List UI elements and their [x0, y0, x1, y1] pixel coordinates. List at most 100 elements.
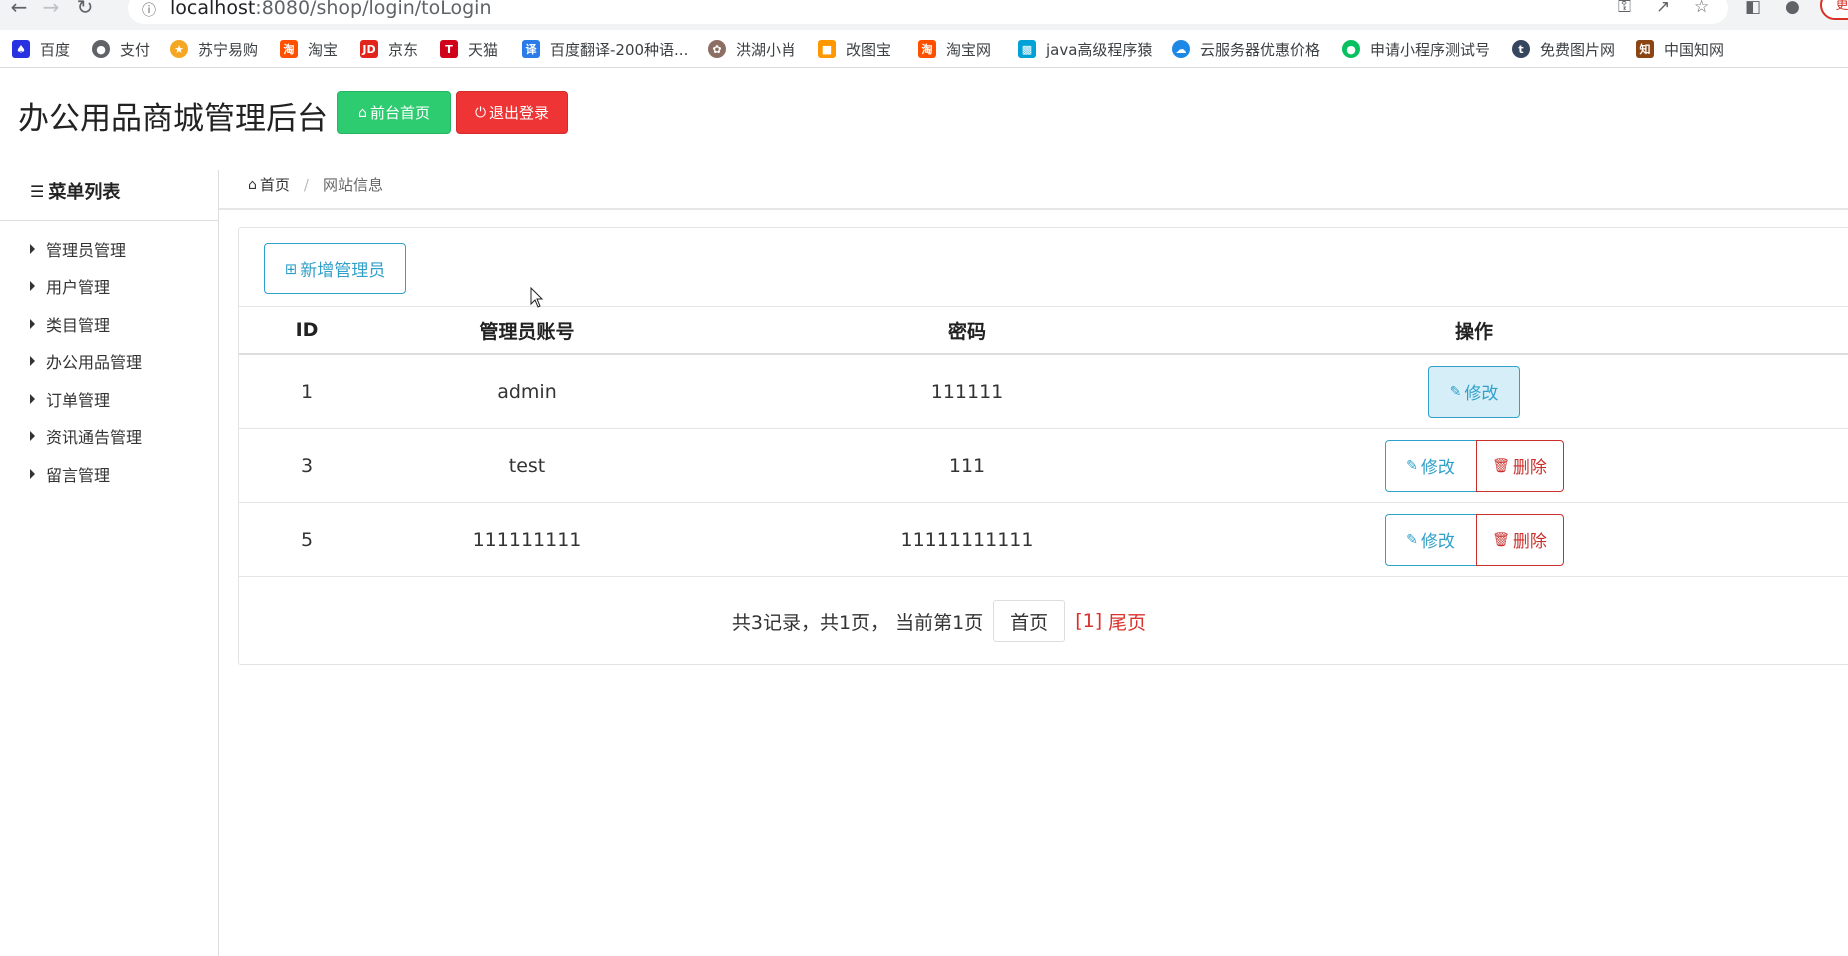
share-icon[interactable]: ↗ [1656, 0, 1670, 16]
sidebar-item-label: 类目管理 [46, 316, 111, 335]
sidebar-item-label: 管理员管理 [46, 241, 127, 260]
sidebar-item-admin[interactable]: 管理员管理 [30, 237, 126, 261]
bookmark-item[interactable]: 淘淘宝 [280, 38, 338, 60]
list-icon: ☰ [30, 181, 45, 201]
star-icon[interactable]: ☆ [1694, 0, 1709, 16]
address-bar[interactable]: ⓘ localhost:8080/shop/login/toLogin [128, 0, 1728, 24]
edit-button[interactable]: ✎ 修改 [1428, 365, 1520, 418]
pagination: 共3记录，共1页， 当前第1页 首页 [1] 尾页 [239, 600, 1639, 642]
bookmark-item[interactable]: ● 申请小程序测试号 [1342, 38, 1490, 60]
taobao-icon: 淘 [918, 40, 936, 58]
column-header-id: ID [295, 319, 319, 341]
breadcrumb-home[interactable]: 首页 [260, 174, 290, 195]
url-path: :8080/shop/login/toLogin [255, 0, 492, 19]
sidebar-item-label: 订单管理 [46, 391, 111, 410]
bookmark-label: 百度 [40, 40, 71, 59]
bookmark-item[interactable]: ✿ 洪湖小肖 [708, 38, 796, 60]
url-host: localhost [170, 0, 256, 19]
jd-icon: JD [360, 40, 378, 58]
cell-actions: ✎ 修改 [1319, 355, 1629, 428]
site-info-icon[interactable]: ⓘ [142, 0, 156, 20]
bookmark-label: java高级程序猿 [1046, 40, 1153, 59]
baidu-icon: ♠ [12, 40, 30, 58]
breadcrumb-current: 网站信息 [322, 176, 383, 194]
edit-button[interactable]: ✎ 修改 [1384, 513, 1477, 566]
sidebar-item-label: 资讯通告管理 [46, 428, 143, 447]
edit-button[interactable]: ✎ 修改 [1384, 439, 1477, 492]
bookmark-label: 支付 [120, 40, 151, 59]
front-home-button[interactable]: ⌂ 前台首页 [337, 91, 451, 134]
menu-title: 菜单列表 [48, 182, 121, 203]
menu-divider [0, 220, 219, 221]
sidebar-item-users[interactable]: 用户管理 [30, 274, 110, 298]
browser-toolbar: ← → ↻ ⓘ localhost:8080/shop/login/toLogi… [0, 0, 1848, 30]
power-icon: ⏻ [474, 104, 487, 121]
sidebar-item-orders[interactable]: 订单管理 [30, 387, 110, 411]
delete-label: 删除 [1512, 532, 1547, 552]
update-button[interactable]: 更 [1820, 0, 1848, 20]
sidebar-item-messages[interactable]: 留言管理 [30, 462, 110, 486]
bookmark-item[interactable]: ■ 改图宝 [818, 38, 891, 60]
key-icon[interactable]: ⚿ [1618, 0, 1631, 16]
bookmark-label: 改图宝 [846, 40, 892, 59]
bookmark-item[interactable]: 淘淘宝网 [918, 38, 991, 60]
bookmark-item[interactable]: ▩ java高级程序猿 [1018, 38, 1152, 60]
delete-button[interactable]: 🗑 删除 [1475, 439, 1564, 492]
column-header-actions: 操作 [1454, 320, 1493, 343]
sidebar-item-products[interactable]: 办公用品管理 [30, 349, 142, 373]
sidebar-item-categories[interactable]: 类目管理 [30, 312, 110, 336]
pager-current-page[interactable]: [1] [1075, 610, 1102, 632]
bookmark-item[interactable]: 知中国知网 [1636, 38, 1724, 60]
bookmark-label: 申请小程序测试号 [1370, 40, 1491, 59]
edit-label: 修改 [1464, 384, 1499, 404]
cell-actions: ✎ 修改 🗑 删除 [1319, 429, 1629, 502]
back-arrow-icon[interactable]: ← [6, 0, 32, 22]
translate-icon: 译 [522, 40, 540, 58]
admin-table: ID 管理员账号 密码 操作 1 admin 111111 ✎ 修改 3 test… [239, 306, 1848, 577]
cell-id: 5 [300, 528, 314, 551]
bookmark-label: 天猫 [468, 40, 499, 59]
cell-id: 3 [300, 454, 314, 477]
breadcrumb: ⌂ 首页 / 网站信息 [248, 174, 383, 195]
bookmark-item[interactable]: ★ 苏宁易购 [170, 38, 258, 60]
caret-right-icon [30, 394, 35, 404]
reload-icon[interactable]: ↻ [72, 0, 98, 22]
bookmark-item[interactable]: t 免费图片网 [1512, 38, 1615, 60]
forward-arrow-icon[interactable]: → [38, 0, 64, 22]
table-row: 3 test 111 ✎ 修改 🗑 删除 [239, 429, 1848, 503]
sidepanel-icon[interactable]: ◧ [1745, 0, 1761, 16]
pager-last-button[interactable]: 尾页 [1108, 608, 1146, 635]
edit-icon: ✎ [1449, 383, 1462, 400]
sidebar-item-news[interactable]: 资讯通告管理 [30, 424, 142, 448]
pager-first-button[interactable]: 首页 [993, 600, 1066, 642]
cell-account: 111111111 [472, 528, 582, 551]
logout-button[interactable]: ⏻ 退出登录 [456, 91, 568, 134]
caret-right-icon [30, 319, 35, 329]
bookmark-item[interactable]: ● 支付 [92, 38, 150, 60]
bookmark-item[interactable]: ☁ 云服务器优惠价格 [1172, 38, 1320, 60]
bird-icon: ✿ [708, 40, 726, 58]
bookmark-item[interactable]: ♠ 百度 [12, 38, 70, 60]
sidebar-item-label: 办公用品管理 [46, 353, 143, 372]
bookmark-item[interactable]: T 天猫 [440, 38, 498, 60]
plus-square-icon: ⊞ [284, 259, 298, 278]
taobao-icon: 淘 [280, 40, 298, 58]
sidebar-item-label: 用户管理 [46, 278, 111, 297]
caret-right-icon [30, 356, 35, 366]
bookmark-item[interactable]: 译百度翻译-200种语... [522, 38, 688, 60]
bookmark-item[interactable]: JD 京东 [360, 38, 418, 60]
pager-summary: 共3记录，共1页， 当前第1页 [731, 611, 984, 634]
cnki-icon: 知 [1636, 40, 1654, 58]
profile-icon[interactable]: ● [1785, 0, 1800, 16]
globe-icon: ● [92, 40, 110, 58]
logout-label: 退出登录 [489, 104, 550, 122]
column-header-password: 密码 [947, 320, 986, 343]
trash-icon: 🗑 [1492, 531, 1510, 548]
delete-button[interactable]: 🗑 删除 [1475, 513, 1564, 566]
bookmark-label: 免费图片网 [1540, 40, 1616, 59]
url-text[interactable]: localhost:8080/shop/login/toLogin [170, 0, 492, 19]
suning-icon: ★ [170, 40, 188, 58]
cell-password: 111 [948, 454, 986, 477]
add-admin-button[interactable]: ⊞ 新增管理员 [264, 243, 406, 294]
tmall-icon: T [440, 40, 458, 58]
